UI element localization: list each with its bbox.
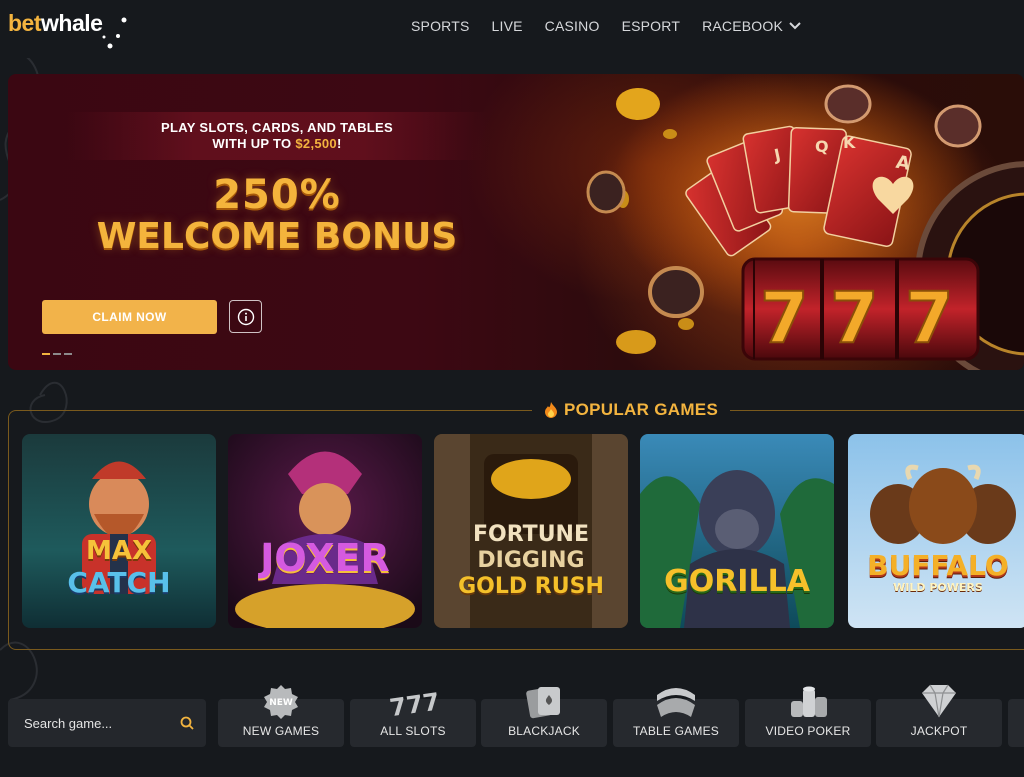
hero-subtitle-prefix: WITH UP TO xyxy=(212,136,296,151)
logo-whale: whale xyxy=(41,10,103,36)
nav-sports-label: SPORTS xyxy=(411,18,470,34)
game-card-joxer[interactable]: JOXER xyxy=(228,434,422,628)
carousel-dots xyxy=(42,353,72,355)
new-badge-icon: NEW xyxy=(218,683,344,719)
category-label: ALL SLOTS xyxy=(380,724,446,738)
joxer-artwork xyxy=(228,434,422,628)
category-label: JACKPOT xyxy=(910,724,968,738)
game-title-line: BUFFALO xyxy=(867,549,1009,582)
category-label: VIDEO POKER xyxy=(765,724,851,738)
buffalo-artwork xyxy=(848,434,1024,628)
game-title-joxer: JOXER xyxy=(228,536,422,580)
popular-games-heading: POPULAR GAMES xyxy=(532,398,731,422)
nav-racebook[interactable]: RACEBOOK xyxy=(691,16,812,36)
category-label: BLACKJACK xyxy=(508,724,580,738)
diamond-icon xyxy=(876,683,1002,719)
hero-percent: 250% xyxy=(213,172,341,218)
nav-esport-label: ESPORT xyxy=(621,18,681,34)
svg-text:7: 7 xyxy=(760,277,809,359)
claim-now-button[interactable]: CLAIM NOW xyxy=(42,300,217,334)
category-jackpot[interactable]: JACKPOT xyxy=(876,684,1002,747)
game-title-line: GOLD RUSH xyxy=(458,574,604,599)
popular-games-title: POPULAR GAMES xyxy=(564,400,719,419)
playing-cards-icon xyxy=(481,683,607,719)
nav-esport[interactable]: ESPORT xyxy=(611,16,692,36)
hero-bonus-amount: $2,500 xyxy=(295,136,337,151)
game-title-line: WILD POWERS xyxy=(893,581,983,594)
table-games-icon xyxy=(613,683,739,721)
category-video-poker[interactable]: VIDEO POKER xyxy=(745,686,871,747)
svg-text:7: 7 xyxy=(905,277,954,359)
game-card-gorilla[interactable]: GORILLA xyxy=(640,434,834,628)
hero-subtitle-line2: WITH UP TO $2,500! xyxy=(82,136,472,152)
betwhale-logo[interactable]: bet whale xyxy=(8,10,127,49)
game-title-line: FORTUNE xyxy=(473,522,589,547)
game-card-max-catch[interactable]: MAX CATCH xyxy=(22,434,216,628)
search-box[interactable] xyxy=(8,699,206,747)
category-blackjack[interactable]: BLACKJACK xyxy=(481,687,607,747)
game-title-line: JOXER xyxy=(260,536,390,580)
hero-subtitle: PLAY SLOTS, CARDS, AND TABLES WITH UP TO… xyxy=(82,120,472,152)
nav-racebook-label: RACEBOOK xyxy=(702,18,784,34)
top-header: bet whale SPORTS LIVE CASINO ESPORT RACEB… xyxy=(0,0,1024,58)
bubbles-icon xyxy=(102,17,127,49)
casino-illustration: J Q K A 7 7 7 xyxy=(586,74,1024,370)
svg-text:K: K xyxy=(843,133,856,152)
carousel-dot[interactable] xyxy=(64,353,72,355)
game-title-line: MAX xyxy=(85,536,153,566)
info-button[interactable] xyxy=(229,300,262,333)
main-nav: SPORTS LIVE CASINO ESPORT RACEBOOK xyxy=(400,16,812,36)
category-more[interactable] xyxy=(1008,699,1024,747)
svg-text:7: 7 xyxy=(830,277,879,359)
search-input[interactable] xyxy=(24,715,174,731)
game-title-buffalo: BUFFALO WILD POWERS xyxy=(848,549,1024,594)
hero-subtitle-line1: PLAY SLOTS, CARDS, AND TABLES xyxy=(161,120,393,135)
game-title-line: CATCH xyxy=(67,566,171,599)
game-title-max-catch: MAX CATCH xyxy=(22,536,216,599)
category-label: TABLE GAMES xyxy=(632,724,719,738)
info-icon xyxy=(237,308,254,325)
svg-text:777: 777 xyxy=(388,687,441,719)
nav-live[interactable]: LIVE xyxy=(481,16,534,36)
hero-subtitle-suffix: ! xyxy=(336,136,342,151)
slots-777-icon: 777 xyxy=(350,683,476,719)
hero-banner: PLAY SLOTS, CARDS, AND TABLES WITH UP TO… xyxy=(8,74,1024,370)
game-title-fortune-digging: FORTUNE DIGGING GOLD RUSH xyxy=(434,524,628,598)
hero-title: WELCOME BONUS xyxy=(96,216,458,257)
svg-text:Q: Q xyxy=(815,137,829,156)
fire-icon xyxy=(545,402,557,418)
search-icon[interactable] xyxy=(180,716,194,730)
game-title-line: DIGGING xyxy=(477,548,585,573)
logo-bet: bet xyxy=(8,10,42,36)
new-badge-text: NEW xyxy=(269,698,293,708)
nav-sports[interactable]: SPORTS xyxy=(400,16,481,36)
chevron-down-icon xyxy=(789,22,801,30)
category-table-games[interactable]: TABLE GAMES xyxy=(613,688,739,747)
category-new-games[interactable]: NEW NEW GAMES xyxy=(218,685,344,747)
game-title-line: GORILLA xyxy=(664,564,810,599)
category-all-slots[interactable]: 777 ALL SLOTS xyxy=(350,687,476,747)
nav-live-label: LIVE xyxy=(491,18,523,34)
nav-casino-label: CASINO xyxy=(544,18,600,34)
poker-chips-icon xyxy=(745,683,871,721)
carousel-dot[interactable] xyxy=(53,353,61,355)
game-card-buffalo[interactable]: BUFFALO WILD POWERS xyxy=(848,434,1024,628)
carousel-dot[interactable] xyxy=(42,353,50,355)
nav-casino[interactable]: CASINO xyxy=(534,16,611,36)
category-label: NEW GAMES xyxy=(242,724,320,738)
game-title-gorilla: GORILLA xyxy=(640,564,834,599)
game-card-fortune-digging[interactable]: FORTUNE DIGGING GOLD RUSH xyxy=(434,434,628,628)
